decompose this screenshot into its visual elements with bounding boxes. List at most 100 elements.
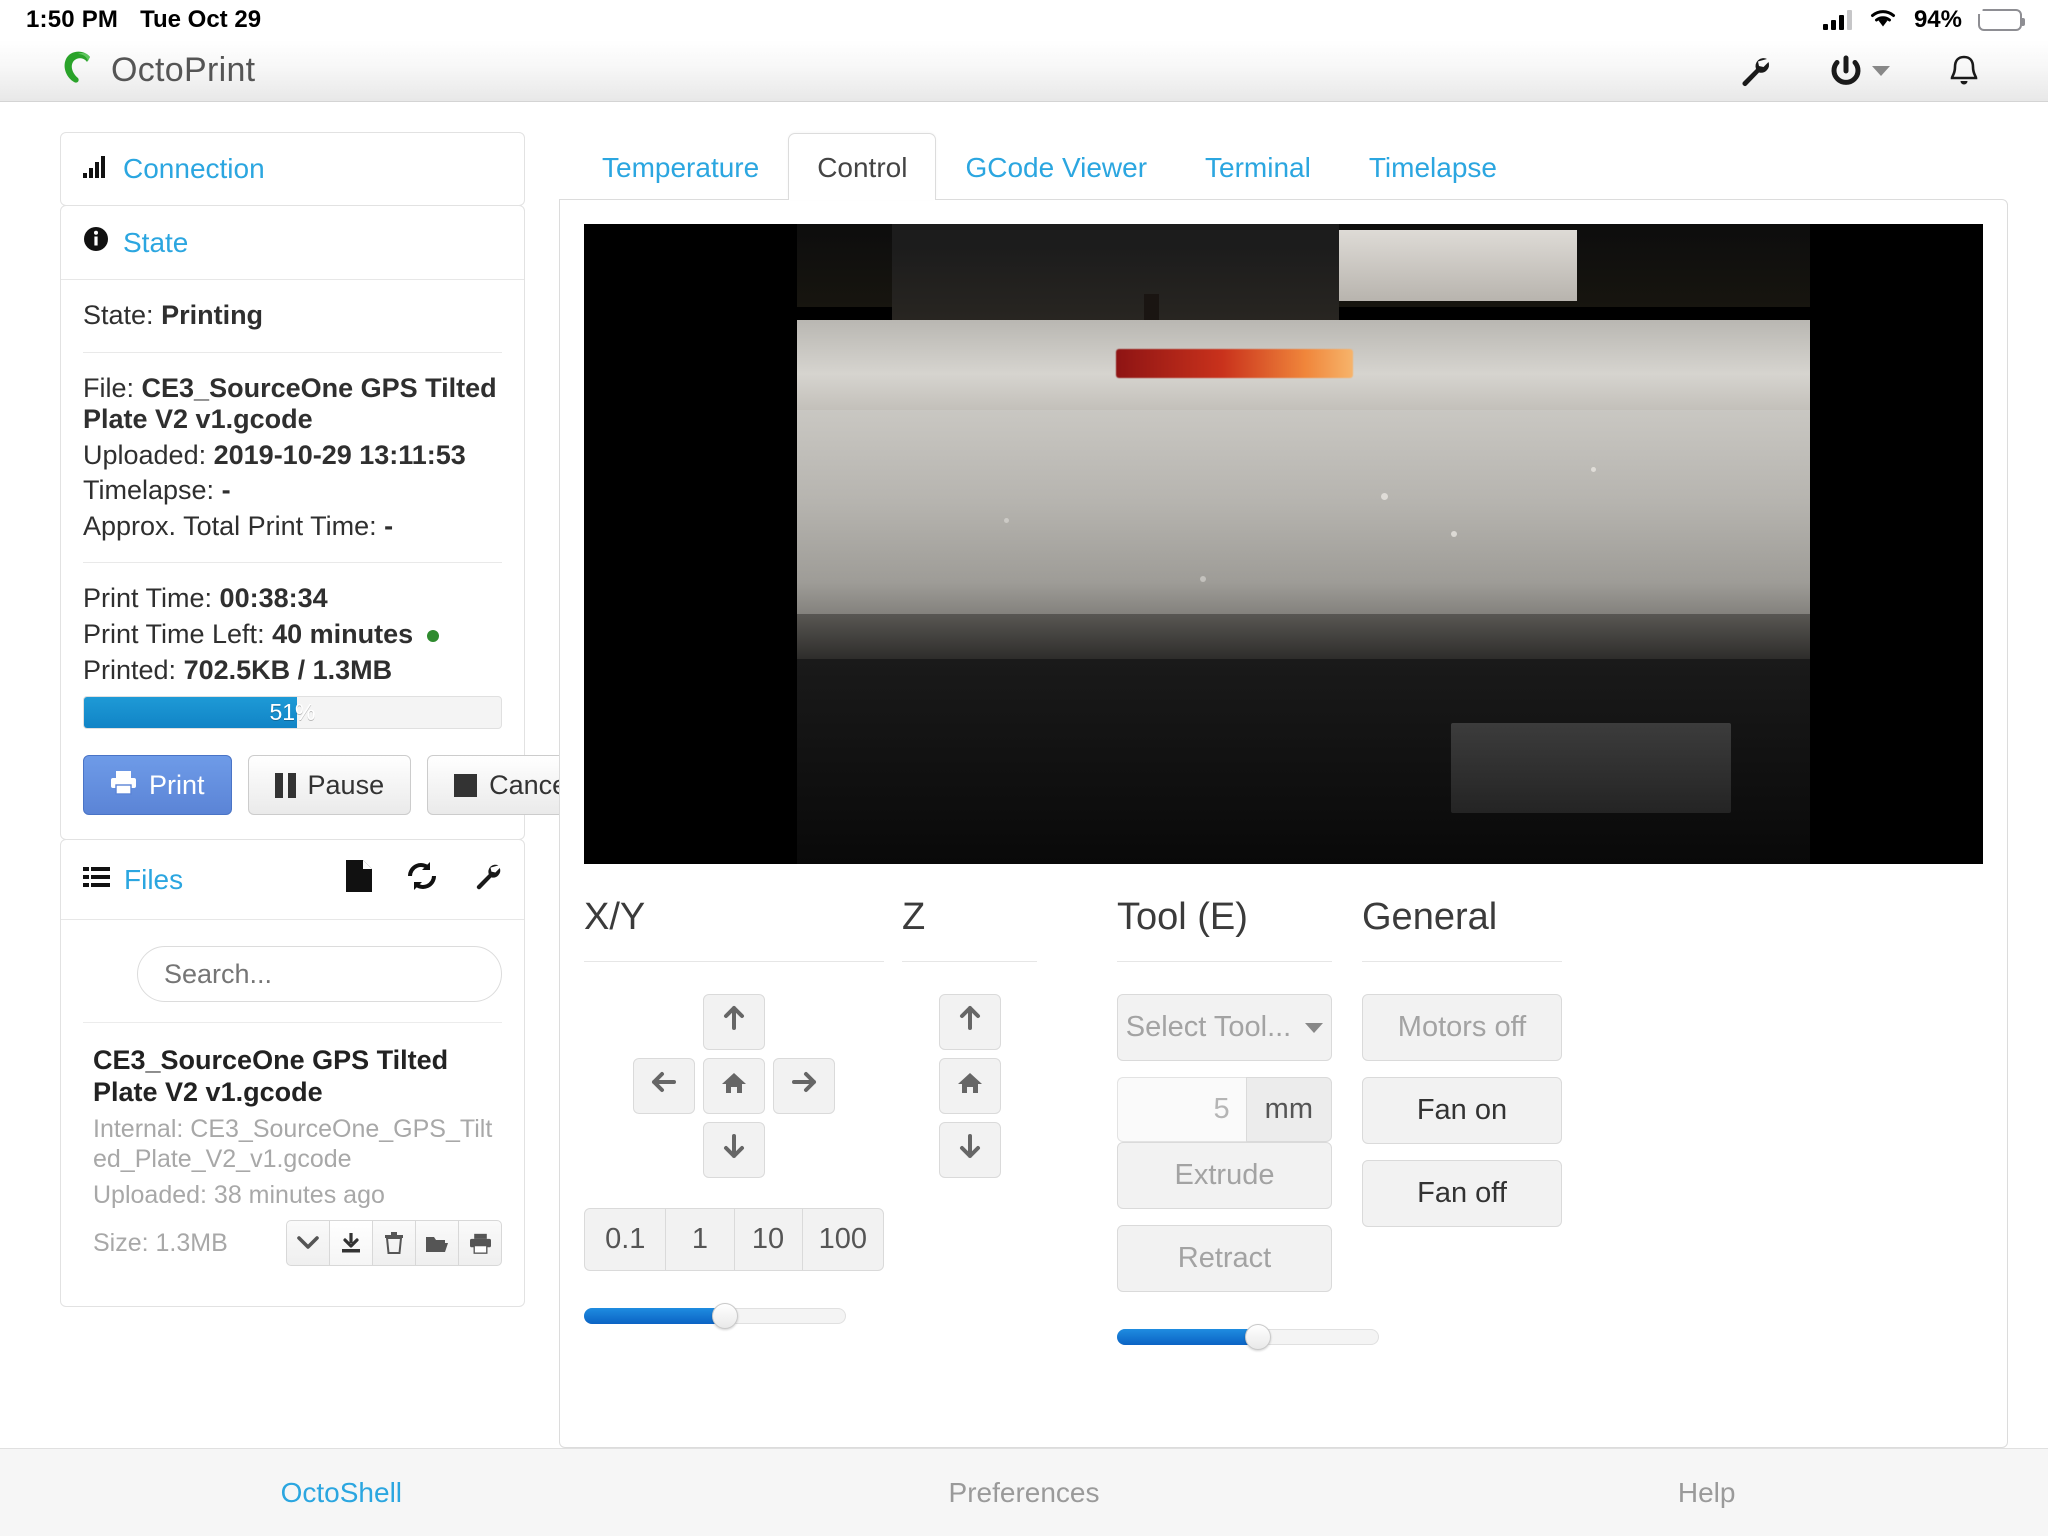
download-icon[interactable]	[329, 1220, 373, 1267]
printed-value: 702.5KB / 1.3MB	[183, 654, 393, 685]
sidebar: Connection State State: Printing File: C…	[60, 132, 601, 1448]
file-item-footer: Size: 1.3MB	[93, 1220, 502, 1267]
z-control-group: Z	[902, 896, 1037, 1423]
file-label: File:	[83, 372, 135, 403]
home-xy-button[interactable]	[703, 1058, 765, 1114]
state-row: State: Printing	[83, 300, 502, 332]
divider	[584, 961, 884, 962]
folder-open-icon[interactable]	[415, 1220, 459, 1267]
wrench-icon[interactable]	[472, 861, 502, 898]
print-time-value: 00:38:34	[219, 583, 328, 614]
tab-bar: Temperature Control GCode Viewer Termina…	[559, 132, 2008, 200]
print-progress-bar: 51%	[83, 696, 502, 730]
chevron-down-icon[interactable]	[286, 1220, 330, 1267]
state-panel-header[interactable]: State	[61, 206, 524, 279]
jog-x-minus-button[interactable]	[633, 1058, 695, 1114]
main-content: Temperature Control GCode Viewer Termina…	[559, 132, 2008, 1448]
arrow-up-icon	[721, 1005, 747, 1039]
caret-down-icon	[1872, 65, 1890, 76]
connection-panel: Connection	[60, 132, 525, 206]
extrude-button[interactable]: Extrude	[1117, 1142, 1332, 1209]
tab-timelapse[interactable]: Timelapse	[1340, 133, 1526, 200]
print-button[interactable]: Print	[83, 755, 232, 816]
footer-link-octoshell[interactable]: OctoShell	[0, 1477, 683, 1509]
printer-icon[interactable]	[458, 1220, 502, 1267]
jog-x-plus-button[interactable]	[773, 1058, 835, 1114]
step-10-button[interactable]: 10	[733, 1208, 803, 1271]
pause-button[interactable]: Pause	[247, 755, 412, 816]
cellular-bars-icon	[1822, 10, 1852, 30]
power-button[interactable]	[1829, 54, 1890, 88]
home-icon	[957, 1069, 983, 1103]
search-input[interactable]	[137, 946, 502, 1003]
file-icon[interactable]	[346, 860, 372, 899]
jog-z-minus-button[interactable]	[938, 1122, 1001, 1178]
approx-total-label: Approx. Total Print Time:	[83, 510, 377, 541]
jog-z-plus-button[interactable]	[938, 994, 1001, 1050]
step-size-group: 0.1 1 10 100	[584, 1208, 884, 1271]
jog-y-plus-button[interactable]	[703, 994, 765, 1050]
file-row: File: CE3_SourceOne GPS Tilted Plate V2 …	[83, 373, 502, 436]
pause-icon	[274, 772, 296, 798]
step-1-button[interactable]: 1	[665, 1208, 735, 1271]
select-tool-dropdown[interactable]: Select Tool...	[1117, 994, 1332, 1061]
approx-total-value: -	[384, 510, 394, 541]
general-title: General	[1362, 896, 1498, 938]
jog-y-minus-button[interactable]	[703, 1122, 765, 1178]
slider-knob[interactable]	[712, 1303, 738, 1329]
webcam-stream[interactable]	[584, 224, 1983, 864]
printer-icon	[110, 770, 137, 800]
extrusion-amount-row: mm	[1117, 1077, 1332, 1142]
step-0-1-button[interactable]: 0.1	[584, 1208, 667, 1271]
app-navbar: OctoPrint	[0, 40, 2048, 102]
xy-jog-middle-row	[633, 1058, 835, 1114]
files-panel-header[interactable]: Files	[61, 840, 524, 919]
home-z-button[interactable]	[938, 1058, 1001, 1114]
state-label: State:	[83, 300, 154, 330]
footer-link-preferences[interactable]: Preferences	[683, 1477, 1366, 1509]
pause-button-label: Pause	[307, 769, 385, 800]
connection-panel-header[interactable]: Connection	[61, 133, 524, 205]
timelapse-value: -	[221, 475, 231, 506]
file-value: CE3_SourceOne GPS Tilted Plate V2 v1.gco…	[83, 372, 497, 435]
approx-total-row: Approx. Total Print Time: -	[83, 511, 502, 543]
motors-off-button[interactable]: Motors off	[1362, 994, 1562, 1061]
divider	[83, 351, 502, 353]
fan-on-button[interactable]: Fan on	[1362, 1077, 1562, 1144]
brand[interactable]: OctoPrint	[60, 48, 255, 93]
tab-gcode-viewer[interactable]: GCode Viewer	[936, 133, 1176, 200]
control-panel: X/Y 0.1 1 10 100 Z Tool (E) Select Tool.…	[584, 864, 1983, 1423]
arrow-up-icon	[957, 1005, 983, 1039]
tab-terminal[interactable]: Terminal	[1176, 133, 1340, 200]
retract-button[interactable]: Retract	[1117, 1225, 1332, 1292]
print-controls: Print Pause Cancel	[83, 755, 601, 816]
z-jog-pad	[902, 994, 1037, 1178]
footer-link-help[interactable]: Help	[1365, 1477, 2048, 1509]
files-panel: Files Search... CE3_SourceOne GPS Tilted…	[60, 839, 525, 1308]
file-item-size: Size: 1.3MB	[93, 1228, 228, 1257]
extrusion-amount-input[interactable]	[1117, 1077, 1246, 1142]
printed-row: Printed: 702.5KB / 1.3MB	[83, 655, 502, 687]
file-item-internal: Internal: CE3_SourceOne_GPS_Tilted_Plate…	[93, 1115, 493, 1174]
files-search-wrap	[83, 940, 502, 1006]
file-item-uploaded: Uploaded: 38 minutes ago	[93, 1181, 385, 1210]
step-100-button[interactable]: 100	[801, 1208, 884, 1271]
navbar-actions	[1737, 54, 2018, 88]
tab-control[interactable]: Control	[788, 133, 937, 200]
file-item-actions	[286, 1220, 502, 1267]
trash-icon[interactable]	[372, 1220, 416, 1267]
slider-fill	[1117, 1329, 1258, 1345]
tab-temperature[interactable]: Temperature	[573, 133, 788, 200]
flowrate-slider[interactable]	[1117, 1324, 1379, 1350]
list-item[interactable]: CE3_SourceOne GPS Tilted Plate V2 v1.gco…	[83, 1022, 502, 1282]
refresh-icon[interactable]	[406, 861, 438, 898]
file-item-name: CE3_SourceOne GPS Tilted Plate V2 v1.gco…	[93, 1045, 449, 1107]
fan-off-button[interactable]: Fan off	[1362, 1160, 1562, 1227]
wrench-icon[interactable]	[1737, 54, 1771, 88]
signal-bars-icon	[83, 153, 109, 185]
control-tab-panel: X/Y 0.1 1 10 100 Z Tool (E) Select Tool.…	[559, 199, 2008, 1448]
slider-knob[interactable]	[1245, 1324, 1271, 1350]
feedrate-slider[interactable]	[584, 1303, 846, 1329]
timelapse-row: Timelapse: -	[83, 475, 502, 507]
bell-icon[interactable]	[1948, 54, 1980, 88]
